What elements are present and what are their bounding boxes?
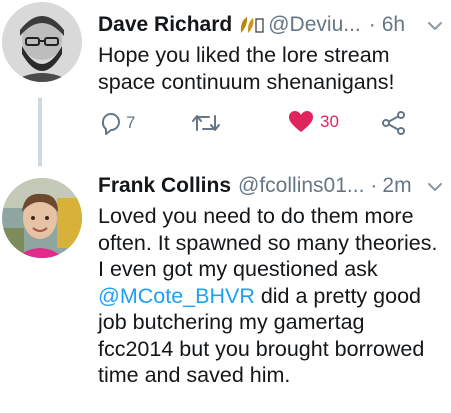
avatar-frank-collins[interactable]	[2, 178, 82, 258]
tweet2-author-name[interactable]: Frank Collins	[98, 174, 231, 198]
share-button[interactable]	[381, 110, 407, 136]
tweet1-timestamp[interactable]: 6h	[382, 13, 405, 37]
avatar-image	[2, 178, 82, 258]
tweet2-text: Loved you need to do them more often. It…	[98, 203, 443, 389]
chevron-down-icon[interactable]	[426, 178, 444, 196]
reply-icon	[101, 113, 120, 135]
tweet2-timestamp[interactable]: 2m	[382, 174, 411, 198]
tweet2-separator: ·	[370, 174, 378, 197]
retweet-button[interactable]	[191, 110, 221, 136]
share-icon	[382, 111, 405, 135]
like-count: 30	[320, 112, 339, 131]
reply-button[interactable]: 7	[98, 110, 135, 136]
avatar-image	[2, 2, 82, 82]
tweet2-handle[interactable]: @fcollins01...	[238, 174, 364, 198]
thread-connector-line	[38, 98, 42, 166]
chevron-down-icon[interactable]	[426, 17, 444, 35]
like-button[interactable]: 30	[288, 110, 339, 134]
tweet1-author-name[interactable]: Dave Richard	[98, 13, 232, 37]
tweet1-handle[interactable]: @Deviu...	[268, 13, 361, 37]
tweet1-actions: 7 30	[98, 110, 428, 142]
tweet1-text: Hope you liked the lore stream space con…	[98, 43, 395, 94]
reply-count: 7	[126, 113, 136, 132]
tweet2-text-part1: Loved you need to do them more often. It…	[98, 204, 438, 281]
heart-icon	[289, 111, 313, 132]
tweet2-header: Frank Collins @fcollins01... · 2m	[98, 174, 412, 198]
leaf-emoji-icon	[238, 15, 264, 35]
mention-link[interactable]: @MCote_BHVR	[98, 284, 255, 308]
avatar-dave-richard[interactable]	[2, 2, 82, 82]
tweet1-separator: ·	[368, 13, 376, 36]
tweet1-header: Dave Richard @Deviu... · 6h	[98, 13, 405, 37]
retweet-icon	[192, 115, 220, 131]
